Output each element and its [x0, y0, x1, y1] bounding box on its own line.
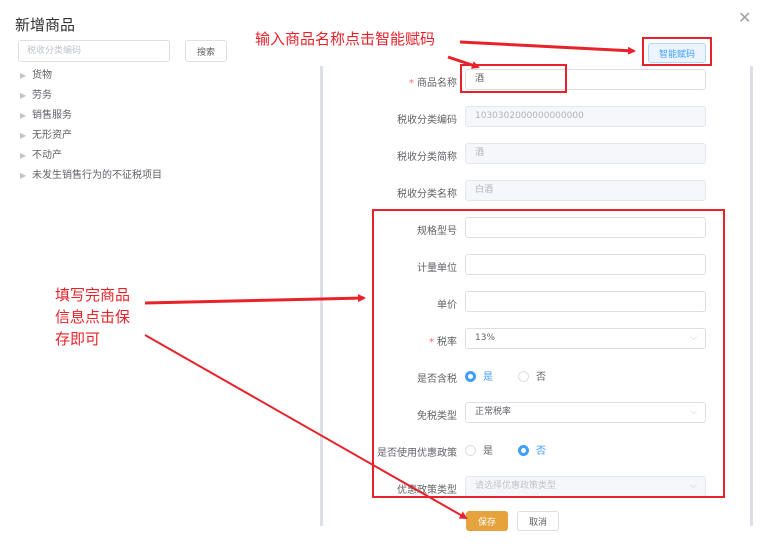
radio-checked-icon [518, 445, 529, 456]
exempt-type-select[interactable]: 正常税率 ⌵ [465, 402, 706, 423]
smart-code-button[interactable]: 智能赋码 [648, 43, 706, 63]
tree-node-non-taxable[interactable]: ▶ 未发生销售行为的不征税项目 [20, 166, 162, 186]
exempt-type-label: 免税类型 [417, 411, 457, 422]
tax-included-no-radio[interactable]: 否 [518, 368, 546, 383]
panel-divider[interactable] [320, 66, 323, 526]
chevron-down-icon: ⌵ [690, 333, 697, 343]
form-scrollbar[interactable] [750, 66, 753, 526]
tree-node-label: 无形资产 [32, 130, 72, 141]
tree-node-label: 销售服务 [32, 110, 72, 121]
caret-right-icon: ▶ [20, 151, 27, 160]
tax-rate-select[interactable]: 13% ⌵ [465, 328, 706, 349]
tax-code-search-input[interactable] [18, 40, 170, 62]
use-preferential-label: 是否使用优惠政策 [377, 448, 457, 459]
tax-class-name-label: 税收分类名称 [397, 189, 457, 200]
annotation-left-line-3: 存即可 [55, 330, 101, 348]
tree-node-labor[interactable]: ▶ 劳务 [20, 86, 162, 106]
chevron-down-icon: ⌵ [690, 481, 697, 491]
tax-short-name-label: 税收分类简称 [397, 152, 457, 163]
spec-model-label: 规格型号 [417, 226, 457, 237]
tax-category-tree: ▶ 货物 ▶ 劳务 ▶ 销售服务 ▶ 无形资产 ▶ 不动产 ▶ 未发生销售行为的不征税项目 [20, 66, 162, 186]
caret-right-icon: ▶ [20, 91, 27, 100]
caret-right-icon: ▶ [20, 171, 27, 180]
product-name-input[interactable]: 酒 [465, 69, 706, 90]
save-button[interactable]: 保存 [466, 511, 508, 531]
annotation-left-line-2: 信息点击保 [55, 308, 131, 326]
arrow-to-product-name [447, 55, 480, 69]
unit-input[interactable] [465, 254, 706, 275]
use-preferential-no-radio[interactable]: 否 [518, 442, 546, 457]
caret-right-icon: ▶ [20, 131, 27, 140]
product-name-label: * 商品名称 [409, 78, 457, 89]
cancel-button[interactable]: 取消 [517, 511, 559, 531]
policy-type-select: 请选择优惠政策类型 ⌵ [465, 476, 706, 497]
annotation-top: 输入商品名称点击智能赋码 [255, 30, 436, 48]
radio-unchecked-icon [465, 445, 476, 456]
tax-included-yes-radio[interactable]: 是 [465, 368, 493, 383]
radio-checked-icon [465, 371, 476, 382]
tax-rate-value: 13% [475, 333, 496, 343]
policy-type-label: 优惠政策类型 [397, 485, 457, 496]
tree-node-real-estate[interactable]: ▶ 不动产 [20, 146, 162, 166]
tree-node-goods[interactable]: ▶ 货物 [20, 66, 162, 86]
annotation-left-line-1: 填写完商品 [55, 286, 131, 304]
dialog-title: 新增商品 [15, 16, 76, 34]
caret-right-icon: ▶ [20, 71, 27, 80]
arrow-to-smart-code [459, 40, 636, 55]
tree-node-label: 不动产 [32, 150, 62, 161]
use-preferential-yes-radio[interactable]: 是 [465, 442, 493, 457]
unit-price-label: 单价 [437, 300, 457, 311]
tax-class-name-input: 白酒 [465, 180, 706, 201]
search-button[interactable]: 搜索 [185, 40, 227, 62]
radio-unchecked-icon [518, 371, 529, 382]
unit-price-input[interactable] [465, 291, 706, 312]
unit-label: 计量单位 [417, 263, 457, 274]
tax-code-input: 1030302000000000000 [465, 106, 706, 127]
policy-type-placeholder: 请选择优惠政策类型 [475, 481, 557, 491]
caret-right-icon: ▶ [20, 111, 27, 120]
tree-node-intangible[interactable]: ▶ 无形资产 [20, 126, 162, 146]
tax-rate-label: * 税率 [429, 337, 457, 348]
exempt-type-value: 正常税率 [475, 407, 512, 417]
tree-node-label: 未发生销售行为的不征税项目 [32, 170, 162, 181]
spec-model-input[interactable] [465, 217, 706, 238]
tax-short-name-input: 酒 [465, 143, 706, 164]
tree-node-label: 劳务 [32, 90, 52, 101]
tax-included-label: 是否含税 [417, 374, 457, 385]
tree-node-label: 货物 [32, 70, 52, 81]
tree-node-services[interactable]: ▶ 销售服务 [20, 106, 162, 126]
chevron-down-icon: ⌵ [690, 407, 697, 417]
tax-code-label: 税收分类编码 [397, 115, 457, 126]
close-icon[interactable]: ✕ [738, 10, 751, 26]
